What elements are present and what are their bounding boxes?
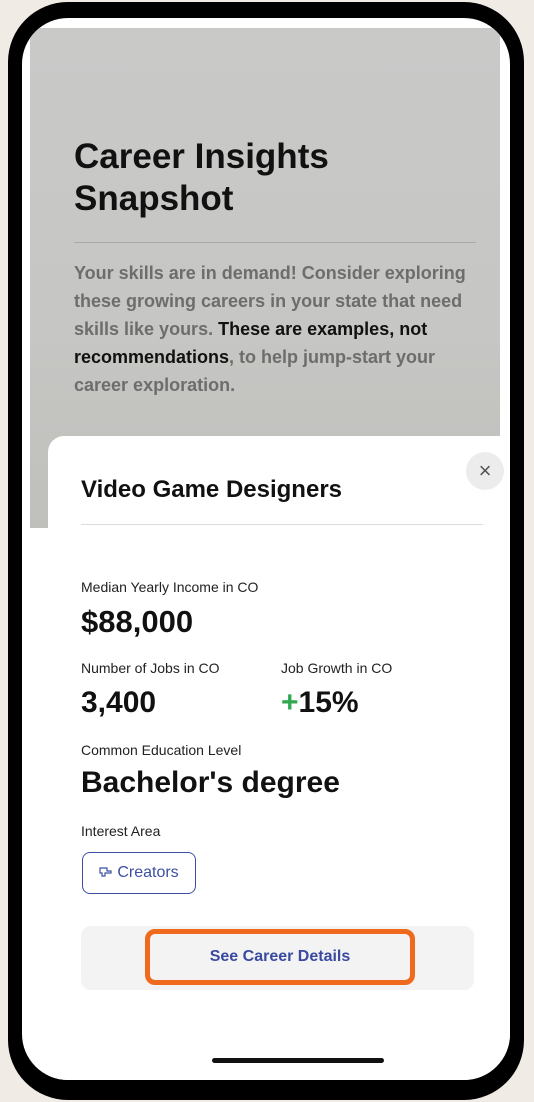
interest-label: Interest Area bbox=[81, 823, 161, 839]
career-sheet: × Video Game Designers Median Yearly Inc… bbox=[48, 436, 510, 1080]
growth-number: 15% bbox=[298, 686, 359, 719]
income-value: $88,000 bbox=[81, 604, 194, 639]
education-label: Common Education Level bbox=[81, 742, 242, 758]
growth-value: +15% bbox=[281, 686, 359, 720]
sheet-divider bbox=[81, 524, 483, 525]
page-description: Your skills are in demand! Consider expl… bbox=[74, 259, 484, 399]
income-label: Median Yearly Income in CO bbox=[81, 579, 259, 595]
interest-chip-label: Creators bbox=[117, 864, 179, 881]
career-title: Video Game Designers bbox=[81, 476, 342, 503]
education-value: Bachelor's degree bbox=[81, 766, 340, 799]
jobs-label: Number of Jobs in CO bbox=[81, 660, 220, 676]
phone-frame: Career Insights Snapshot Your skills are… bbox=[8, 2, 524, 1100]
title-divider bbox=[74, 242, 476, 243]
see-career-details-button[interactable]: See Career Details bbox=[145, 929, 415, 985]
screen: Career Insights Snapshot Your skills are… bbox=[22, 18, 510, 1080]
interest-chip-creators[interactable]: Creators bbox=[82, 852, 196, 894]
growth-label: Job Growth in CO bbox=[281, 660, 393, 676]
jobs-value: 3,400 bbox=[81, 686, 157, 719]
growth-sign: + bbox=[281, 686, 299, 719]
tools-icon bbox=[99, 866, 113, 881]
page-title: Career Insights Snapshot bbox=[74, 137, 329, 218]
home-indicator[interactable] bbox=[212, 1058, 384, 1063]
close-icon[interactable]: × bbox=[466, 452, 504, 490]
